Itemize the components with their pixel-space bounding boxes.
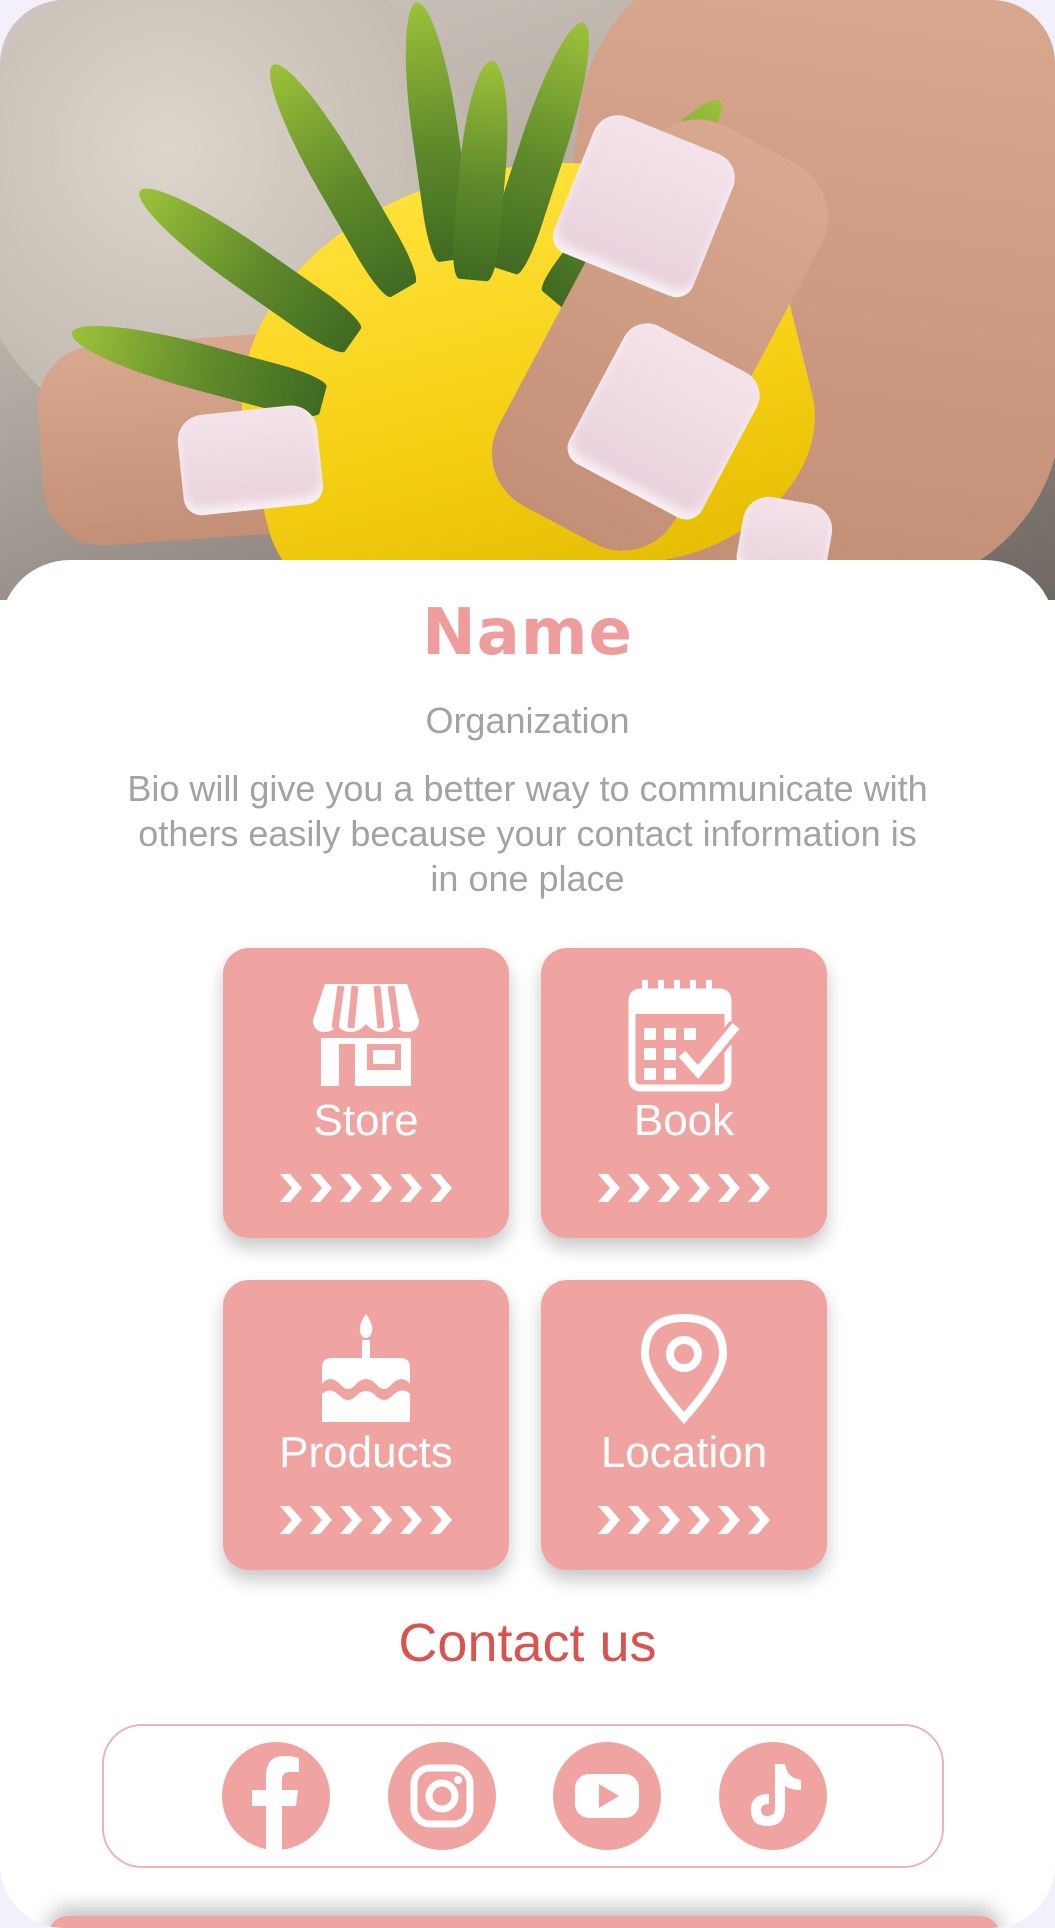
location-button[interactable]: Location — [541, 1280, 827, 1570]
profile-name: Name — [422, 596, 633, 670]
hero-photo — [0, 0, 1055, 600]
profile-page: Name Organization Bio will give you a be… — [0, 0, 1055, 1928]
youtube-button[interactable] — [553, 1742, 661, 1850]
tile-label: Location — [600, 1428, 768, 1477]
tiktok-button[interactable] — [719, 1742, 827, 1850]
book-button[interactable]: Book — [541, 948, 827, 1238]
profile-bio: Bio will give you a better way to commun… — [127, 768, 928, 899]
profile-organization: Organization — [425, 700, 630, 741]
chevron-arrows-icon — [541, 1170, 827, 1211]
tile-label: Store — [313, 1096, 419, 1145]
store-button[interactable]: Store — [223, 948, 509, 1238]
calendar-check-icon — [541, 980, 827, 1097]
facebook-icon — [252, 1756, 299, 1850]
tile-label: Products — [279, 1428, 453, 1477]
store-icon — [223, 982, 509, 1093]
facebook-button[interactable] — [222, 1742, 330, 1850]
youtube-icon — [575, 1774, 639, 1818]
contact-title: Contact us — [398, 1613, 657, 1673]
cake-icon — [223, 1314, 509, 1429]
instagram-button[interactable] — [388, 1742, 496, 1850]
tile-label: Book — [633, 1096, 735, 1145]
chevron-arrows-icon — [223, 1502, 509, 1543]
tiktok-icon — [751, 1764, 801, 1826]
instagram-icon — [410, 1764, 474, 1828]
location-pin-icon — [541, 1312, 827, 1429]
chevron-arrows-icon — [541, 1502, 827, 1543]
bottom-action-bar[interactable] — [48, 1916, 1000, 1928]
chevron-arrows-icon — [223, 1170, 509, 1211]
products-button[interactable]: Products — [223, 1280, 509, 1570]
